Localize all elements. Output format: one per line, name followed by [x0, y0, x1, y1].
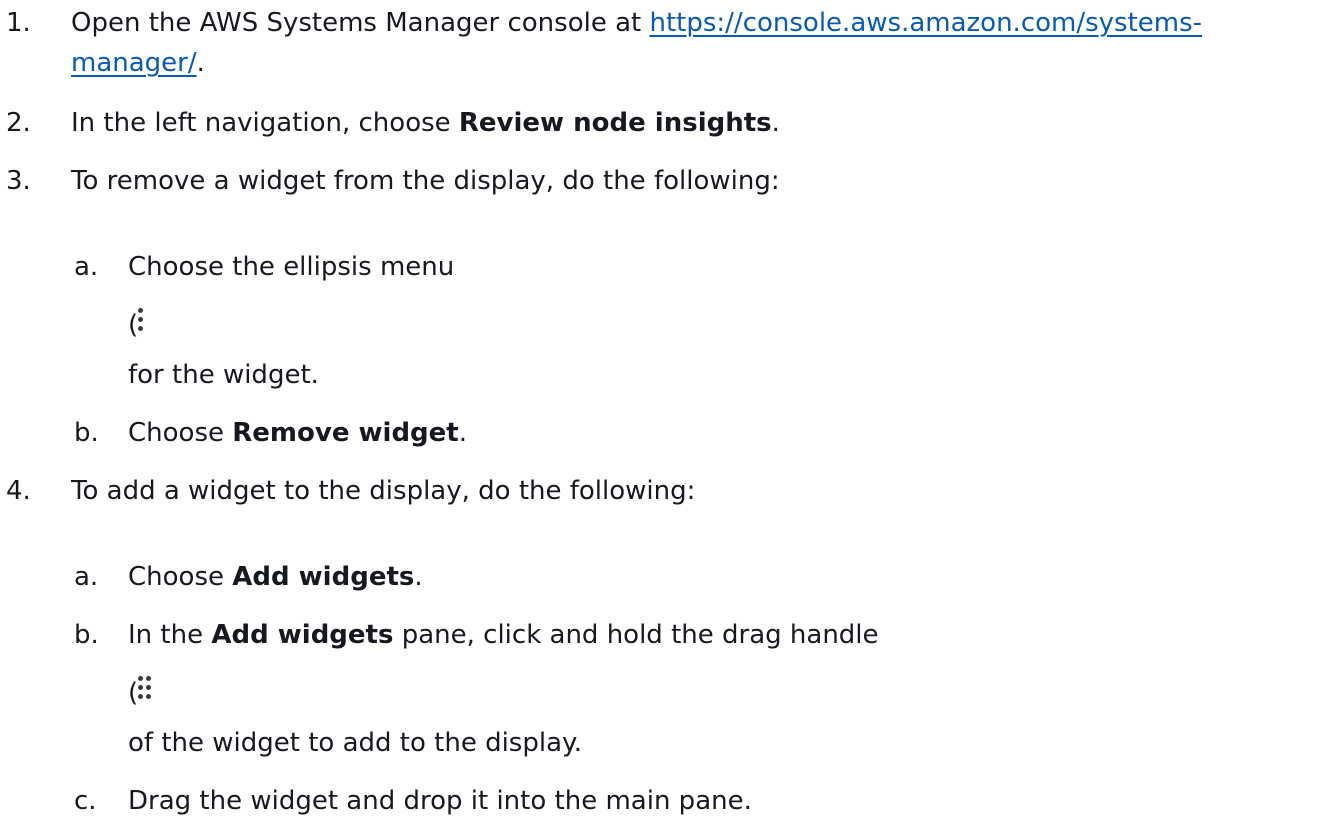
step-text: To add a widget to the display, do the f… — [71, 476, 696, 506]
step-text: In the left navigation, choose — [71, 108, 459, 138]
substep-punctuation: . — [414, 562, 423, 592]
instructions-page: 1. Open the AWS Systems Manager console … — [0, 0, 1341, 822]
substep-text: Drag the widget and drop it into the mai… — [128, 786, 752, 816]
substep-letter: b. — [74, 418, 99, 448]
substep-4b-icon-line: ( — [128, 674, 151, 712]
open-paren: ( — [128, 678, 139, 708]
drag-handle-icon — [138, 676, 152, 700]
substep-letter: b. — [74, 620, 99, 650]
step-text: To remove a widget from the display, do … — [71, 166, 780, 196]
console-link-line1[interactable]: https://console.aws.amazon.com/systems- — [650, 8, 1203, 38]
open-paren: ( — [128, 310, 139, 340]
substep-3a-icon-line: ( — [128, 306, 143, 344]
step-text: Open the AWS Systems Manager console at — [71, 8, 650, 38]
ui-term: Remove widget — [232, 418, 459, 448]
ui-term: Add widgets — [211, 620, 394, 650]
substep-3a-continuation: for the widget. — [128, 360, 319, 390]
substep-punctuation: . — [458, 418, 467, 448]
substep-letter: a. — [74, 252, 99, 282]
ui-term: Review node insights — [458, 108, 772, 138]
substep-letter: c. — [74, 786, 97, 816]
ui-term: Add widgets — [232, 562, 415, 592]
step-number: 1. — [6, 8, 31, 38]
substep-text: Choose — [128, 418, 233, 448]
substep-text: Choose the ellipsis menu — [128, 252, 455, 282]
step-number: 4. — [6, 476, 31, 506]
step-punctuation: . — [196, 48, 205, 78]
substep-4b-continuation: of the widget to add to the display. — [128, 728, 582, 758]
console-link-line2[interactable]: manager/ — [71, 48, 197, 78]
step-number: 3. — [6, 166, 31, 196]
vertical-ellipsis-icon — [138, 308, 144, 332]
substep-text-rest: pane, click and hold the drag handle — [393, 620, 879, 650]
substep-text: Choose — [128, 562, 233, 592]
substep-text: In the — [128, 620, 212, 650]
step-punctuation: . — [771, 108, 780, 138]
substep-letter: a. — [74, 562, 99, 592]
step-number: 2. — [6, 108, 31, 138]
